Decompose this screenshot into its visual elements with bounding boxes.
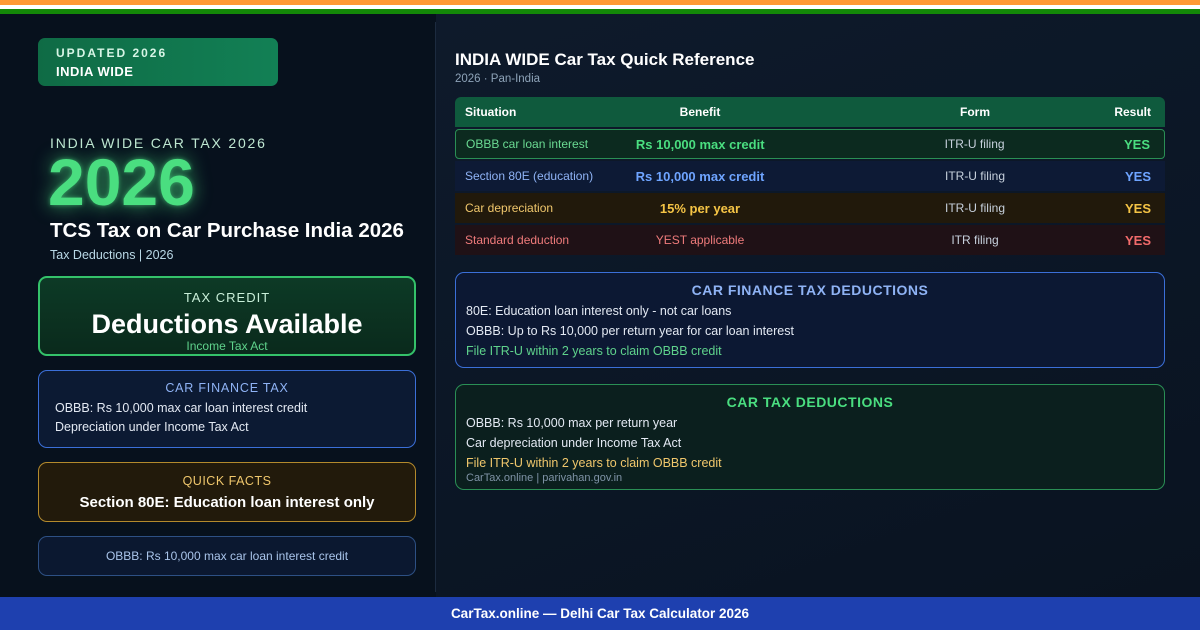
quick-facts-card: QUICK FACTS Section 80E: Education loan … xyxy=(38,462,416,522)
tax-credit-value: Deductions Available xyxy=(91,309,363,339)
deduction-line: Car depreciation under Income Tax Act xyxy=(466,436,682,450)
cell-situation: Standard deduction xyxy=(465,233,570,247)
footer-banner: CarTax.online — Delhi Car Tax Calculator… xyxy=(0,597,1200,630)
reference-title: INDIA WIDE Car Tax Quick Reference xyxy=(455,50,755,69)
updated-badge: UPDATED 2026 INDIA WIDE xyxy=(38,38,278,86)
cell-form: ITR-U filing xyxy=(944,201,1005,215)
quick-facts-title: QUICK FACTS xyxy=(182,474,272,488)
obbb-info-pill: OBBB: Rs 10,000 max car loan interest cr… xyxy=(38,536,416,576)
deduction-line: 80E: Education loan interest only - not … xyxy=(466,304,732,318)
cell-situation: Car depreciation xyxy=(465,201,554,215)
car-finance-tax-line: OBBB: Rs 10,000 max car loan interest cr… xyxy=(55,401,308,415)
source-credit: CarTax.online | parivahan.gov.in xyxy=(466,472,623,484)
hero-year: 2026 xyxy=(48,145,195,219)
badge-updated-text: UPDATED 2026 xyxy=(56,46,168,60)
header-situation: Situation xyxy=(465,105,517,119)
header-benefit: Benefit xyxy=(679,105,721,119)
cell-result: YES xyxy=(1124,200,1151,216)
header-result: Result xyxy=(1114,105,1151,119)
table-row: OBBB car loan interest Rs 10,000 max cre… xyxy=(455,129,1165,159)
table-row: Standard deduction YEST applicable ITR f… xyxy=(455,225,1165,255)
car-finance-tax-card: CAR FINANCE TAX OBBB: Rs 10,000 max car … xyxy=(38,370,416,448)
panel-divider xyxy=(435,22,436,592)
cell-form: ITR-U filing xyxy=(944,169,1005,183)
cell-benefit: Rs 10,000 max credit xyxy=(635,136,765,152)
cell-situation: OBBB car loan interest xyxy=(466,137,589,151)
page-subtitle: Tax Deductions | 2026 xyxy=(50,248,174,262)
car-finance-tax-line: Depreciation under Income Tax Act xyxy=(55,420,249,434)
page-title: TCS Tax on Car Purchase India 2026 xyxy=(50,219,404,242)
badge-region-text: INDIA WIDE xyxy=(56,64,134,79)
cell-benefit: 15% per year xyxy=(659,200,741,216)
cell-result: YES xyxy=(1124,232,1151,248)
cell-form: ITR-U filing xyxy=(944,137,1005,151)
car-finance-tax-title: CAR FINANCE TAX xyxy=(165,381,289,395)
header-form: Form xyxy=(960,105,990,119)
table-header: Situation Benefit Form Result xyxy=(455,97,1165,127)
cell-result: YES xyxy=(1123,136,1150,152)
car-finance-deductions-title: CAR FINANCE TAX DEDUCTIONS xyxy=(691,282,929,298)
cell-situation: Section 80E (education) xyxy=(465,169,594,183)
deduction-line-highlight: File ITR-U within 2 years to claim OBBB … xyxy=(466,456,722,470)
tax-credit-label: TAX CREDIT xyxy=(183,290,271,305)
quick-facts-value: Section 80E: Education loan interest onl… xyxy=(79,494,375,511)
cell-form: ITR filing xyxy=(951,233,999,247)
cell-result: YES xyxy=(1124,168,1151,184)
deduction-line-highlight: File ITR-U within 2 years to claim OBBB … xyxy=(466,344,722,358)
deduction-line: OBBB: Up to Rs 10,000 per return year fo… xyxy=(466,324,794,338)
table-row: Section 80E (education) Rs 10,000 max cr… xyxy=(455,161,1165,191)
table-row: Car depreciation 15% per year ITR-U fili… xyxy=(455,193,1165,223)
tax-credit-card: TAX CREDIT Deductions Available Income T… xyxy=(38,276,416,356)
deduction-line: OBBB: Rs 10,000 max per return year xyxy=(466,416,678,430)
tricolor-stripe xyxy=(0,0,1200,14)
car-finance-deductions-card: CAR FINANCE TAX DEDUCTIONS 80E: Educatio… xyxy=(455,272,1165,368)
tax-credit-note: Income Tax Act xyxy=(186,339,268,353)
car-tax-deductions-title: CAR TAX DEDUCTIONS xyxy=(726,394,894,410)
car-tax-deductions-card: CAR TAX DEDUCTIONS OBBB: Rs 10,000 max p… xyxy=(455,384,1165,490)
cell-benefit: Rs 10,000 max credit xyxy=(635,168,765,184)
reference-subtitle: 2026 · Pan-India xyxy=(455,73,541,85)
reference-table: Situation Benefit Form Result OBBB car l… xyxy=(455,97,1165,255)
cell-benefit: YEST applicable xyxy=(655,233,745,247)
